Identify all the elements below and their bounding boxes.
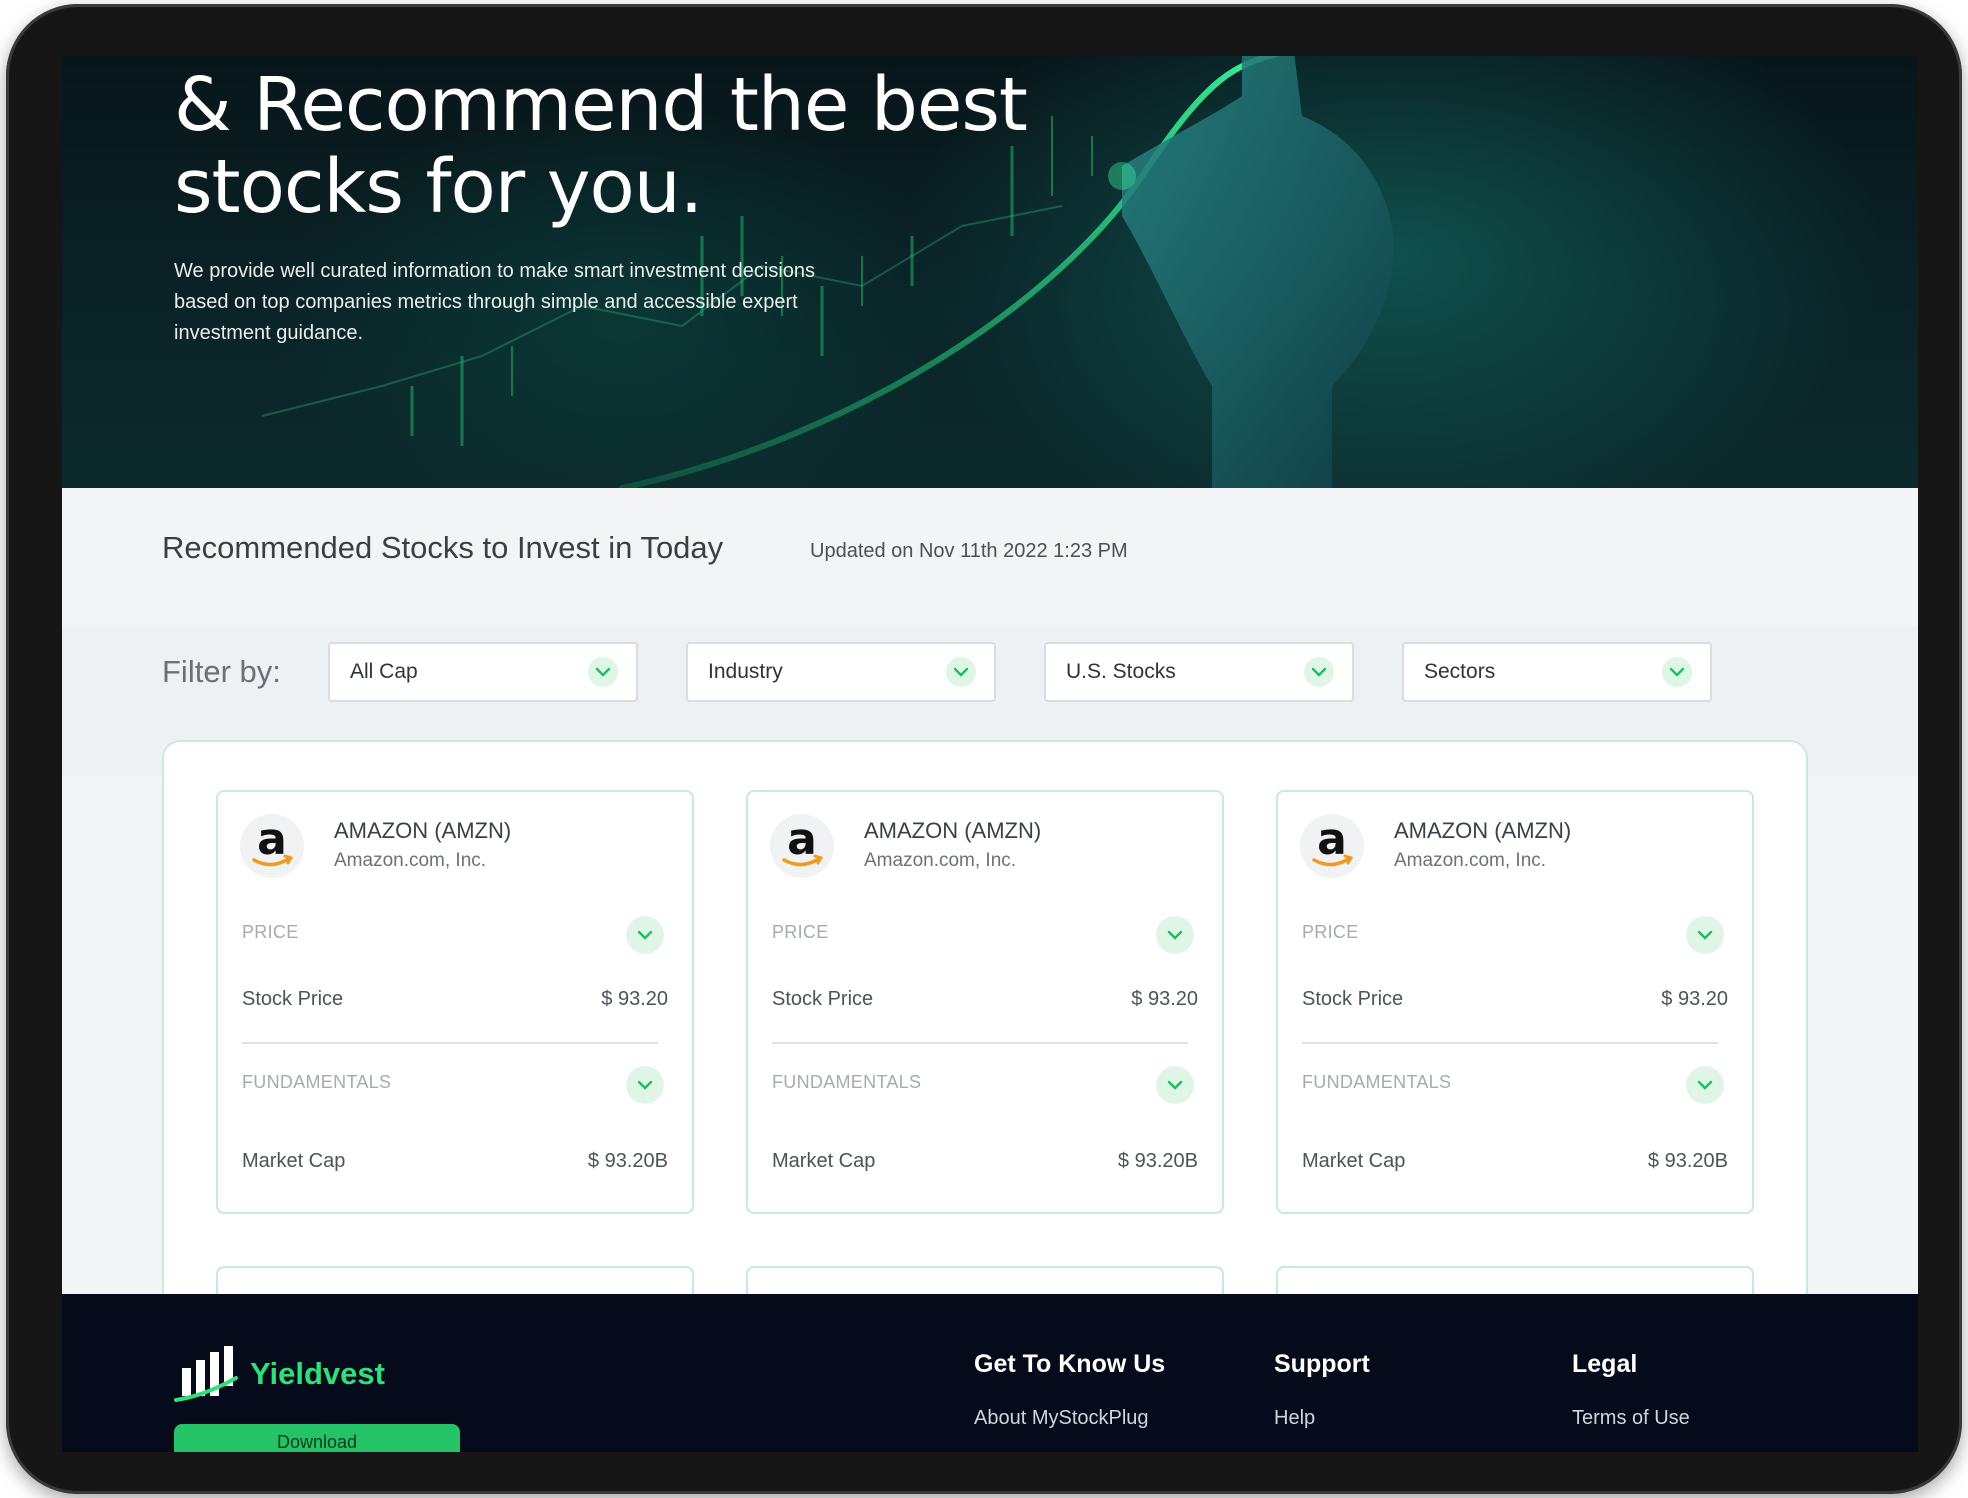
card-divider [1302,1042,1718,1044]
footer-heading: Support [1274,1350,1370,1378]
market-cap-value: $ 93.20B [1647,1150,1728,1172]
stock-price-value: $ 93.20 [1131,988,1198,1010]
footer-column-legal: Legal Terms of Use [1572,1350,1690,1430]
chevron-down-icon [637,1080,653,1090]
price-section-label: PRICE [772,922,829,942]
chevron-down-icon [588,657,618,687]
svg-text:a: a [787,814,817,865]
fundamentals-section-label: FUNDAMENTALS [772,1072,922,1092]
price-expand-button[interactable] [626,916,664,954]
chevron-down-icon [637,930,653,940]
stock-price-value: $ 93.20 [1661,988,1728,1010]
footer-link-terms[interactable]: Terms of Use [1572,1407,1690,1430]
filter-label: Filter by: [162,654,281,689]
footer-link-about[interactable]: About MyStockPlug [974,1407,1165,1430]
tablet-frame: & Recommend the best stocks for you. We … [6,4,1962,1494]
chevron-down-icon [1697,930,1713,940]
company-name: Amazon.com, Inc. [1394,850,1547,871]
footer-heading: Legal [1572,1350,1638,1378]
chevron-down-icon [946,657,976,687]
svg-text:a: a [257,814,287,865]
brand-name: Yieldvest [250,1356,385,1391]
company-name: Amazon.com, Inc. [864,850,1017,871]
hero-banner: & Recommend the best stocks for you. We … [62,56,1918,488]
footer-column-about: Get To Know Us About MyStockPlug [974,1350,1165,1430]
chevron-down-icon [1697,1080,1713,1090]
chevron-down-icon [1167,930,1183,940]
download-button-label: Download [276,1432,358,1452]
filter-sectors-value: Sectors [1424,660,1496,683]
chevron-down-icon [1167,1080,1183,1090]
filter-sectors-select[interactable]: Sectors [1402,642,1712,702]
chevron-down-icon [1662,657,1692,687]
fundamentals-section-label: FUNDAMENTALS [242,1072,392,1092]
amazon-logo-icon: a [240,814,304,878]
market-cap-value: $ 93.20B [1117,1150,1198,1172]
yieldvest-logo-icon [174,1346,238,1402]
hero-title-line-2: stocks for you. [174,144,703,230]
chevron-down-icon [1304,657,1334,687]
filter-market-value: U.S. Stocks [1066,660,1176,683]
footer: Yieldvest Download Get To Know Us About … [62,1294,1918,1452]
stock-price-label: Stock Price [1302,988,1404,1010]
hero-title-line-1: & Recommend the best [174,62,1028,148]
stock-ticker: AMAZON (AMZN) [334,818,512,843]
footer-link-help[interactable]: Help [1274,1407,1370,1430]
stock-ticker: AMAZON (AMZN) [1394,818,1572,843]
stock-card[interactable]: a AMAZON (AMZN) Amazon.com, Inc. PRICE S… [1276,790,1754,1214]
market-cap-label: Market Cap [772,1150,876,1172]
stock-price-value: $ 93.20 [601,988,668,1010]
filter-industry-select[interactable]: Industry [686,642,996,702]
filter-cap-value: All Cap [350,660,418,683]
amazon-logo-icon: a [1300,814,1364,878]
stock-card[interactable]: a AMAZON (AMZN) Amazon.com, Inc. PRICE S… [746,790,1224,1214]
card-divider [772,1042,1188,1044]
fundamentals-expand-button[interactable] [626,1066,664,1104]
screen: & Recommend the best stocks for you. We … [62,56,1918,1452]
price-expand-button[interactable] [1686,916,1724,954]
company-name: Amazon.com, Inc. [334,850,487,871]
footer-heading: Get To Know Us [974,1350,1166,1378]
filter-cap-select[interactable]: All Cap [328,642,638,702]
market-cap-value: $ 93.20B [587,1150,668,1172]
fundamentals-expand-button[interactable] [1156,1066,1194,1104]
hero-title: & Recommend the best stocks for you. [174,64,1074,228]
amazon-logo-icon: a [770,814,834,878]
section-title: Recommended Stocks to Invest in Today [162,530,724,565]
card-divider [242,1042,658,1044]
download-button[interactable]: Download [174,1424,460,1452]
price-section-label: PRICE [1302,922,1359,942]
stock-card[interactable]: a AMAZON (AMZN) Amazon.com, Inc. PRICE S… [216,790,694,1214]
fundamentals-expand-button[interactable] [1686,1066,1724,1104]
stock-price-label: Stock Price [242,988,344,1010]
svg-text:a: a [1317,814,1347,865]
stock-price-label: Stock Price [772,988,874,1010]
footer-column-support: Support Help [1274,1350,1370,1430]
market-cap-label: Market Cap [242,1150,346,1172]
price-section-label: PRICE [242,922,299,942]
fundamentals-section-label: FUNDAMENTALS [1302,1072,1452,1092]
updated-timestamp: Updated on Nov 11th 2022 1:23 PM [810,540,1128,562]
market-cap-label: Market Cap [1302,1150,1406,1172]
stock-ticker: AMAZON (AMZN) [864,818,1042,843]
filter-market-select[interactable]: U.S. Stocks [1044,642,1354,702]
filter-industry-value: Industry [708,660,783,683]
price-expand-button[interactable] [1156,916,1194,954]
footer-brand[interactable]: Yieldvest [174,1342,385,1406]
hero-description: We provide well curated information to m… [174,260,816,344]
